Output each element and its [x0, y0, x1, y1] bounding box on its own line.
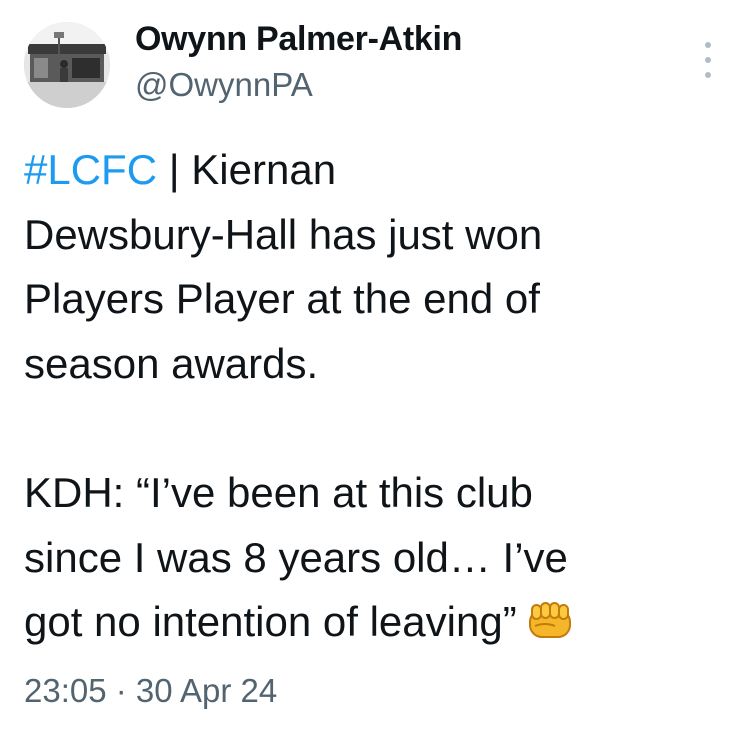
author-name[interactable]: Owynn Palmer-Atkin: [135, 20, 462, 59]
meta-separator: ·: [106, 672, 136, 709]
hashtag-link[interactable]: #LCFC: [24, 146, 157, 193]
more-options-icon[interactable]: [696, 40, 720, 80]
tweet-time: 23:05: [24, 672, 107, 709]
tweet-line-text: | Kiernan: [157, 146, 337, 193]
avatar[interactable]: [24, 22, 110, 108]
author-handle[interactable]: @OwynnPA: [135, 66, 313, 104]
tweet-line: KDH: “I’ve been at this club: [24, 468, 533, 516]
oncoming-fist-icon: [527, 594, 573, 659]
tweet-timestamp[interactable]: 23:05 · 30 Apr 24: [24, 672, 277, 710]
tweet-line-text: got no intention of leaving”: [24, 598, 517, 646]
tweet-date: 30 Apr 24: [135, 672, 278, 709]
tweet-line: Dewsbury-Hall has just won: [24, 210, 543, 258]
tweet-line: season awards.: [24, 339, 319, 387]
avatar-photo: [24, 22, 110, 108]
tweet-line: Players Player at the end of: [24, 275, 540, 323]
tweet-line: got no intention of leaving”: [24, 590, 724, 659]
more-dot: [705, 42, 711, 48]
tweet-line: since I was 8 years old… I’ve: [24, 533, 568, 581]
tweet-line: #LCFC | Kiernan: [24, 138, 724, 203]
tweet-text: #LCFC | Kiernan Dewsbury-Hall has just w…: [24, 138, 724, 659]
more-dot: [705, 72, 711, 78]
tweet-card: Owynn Palmer-Atkin @OwynnPA #LCFC | Kier…: [0, 0, 750, 734]
more-dot: [705, 57, 711, 63]
